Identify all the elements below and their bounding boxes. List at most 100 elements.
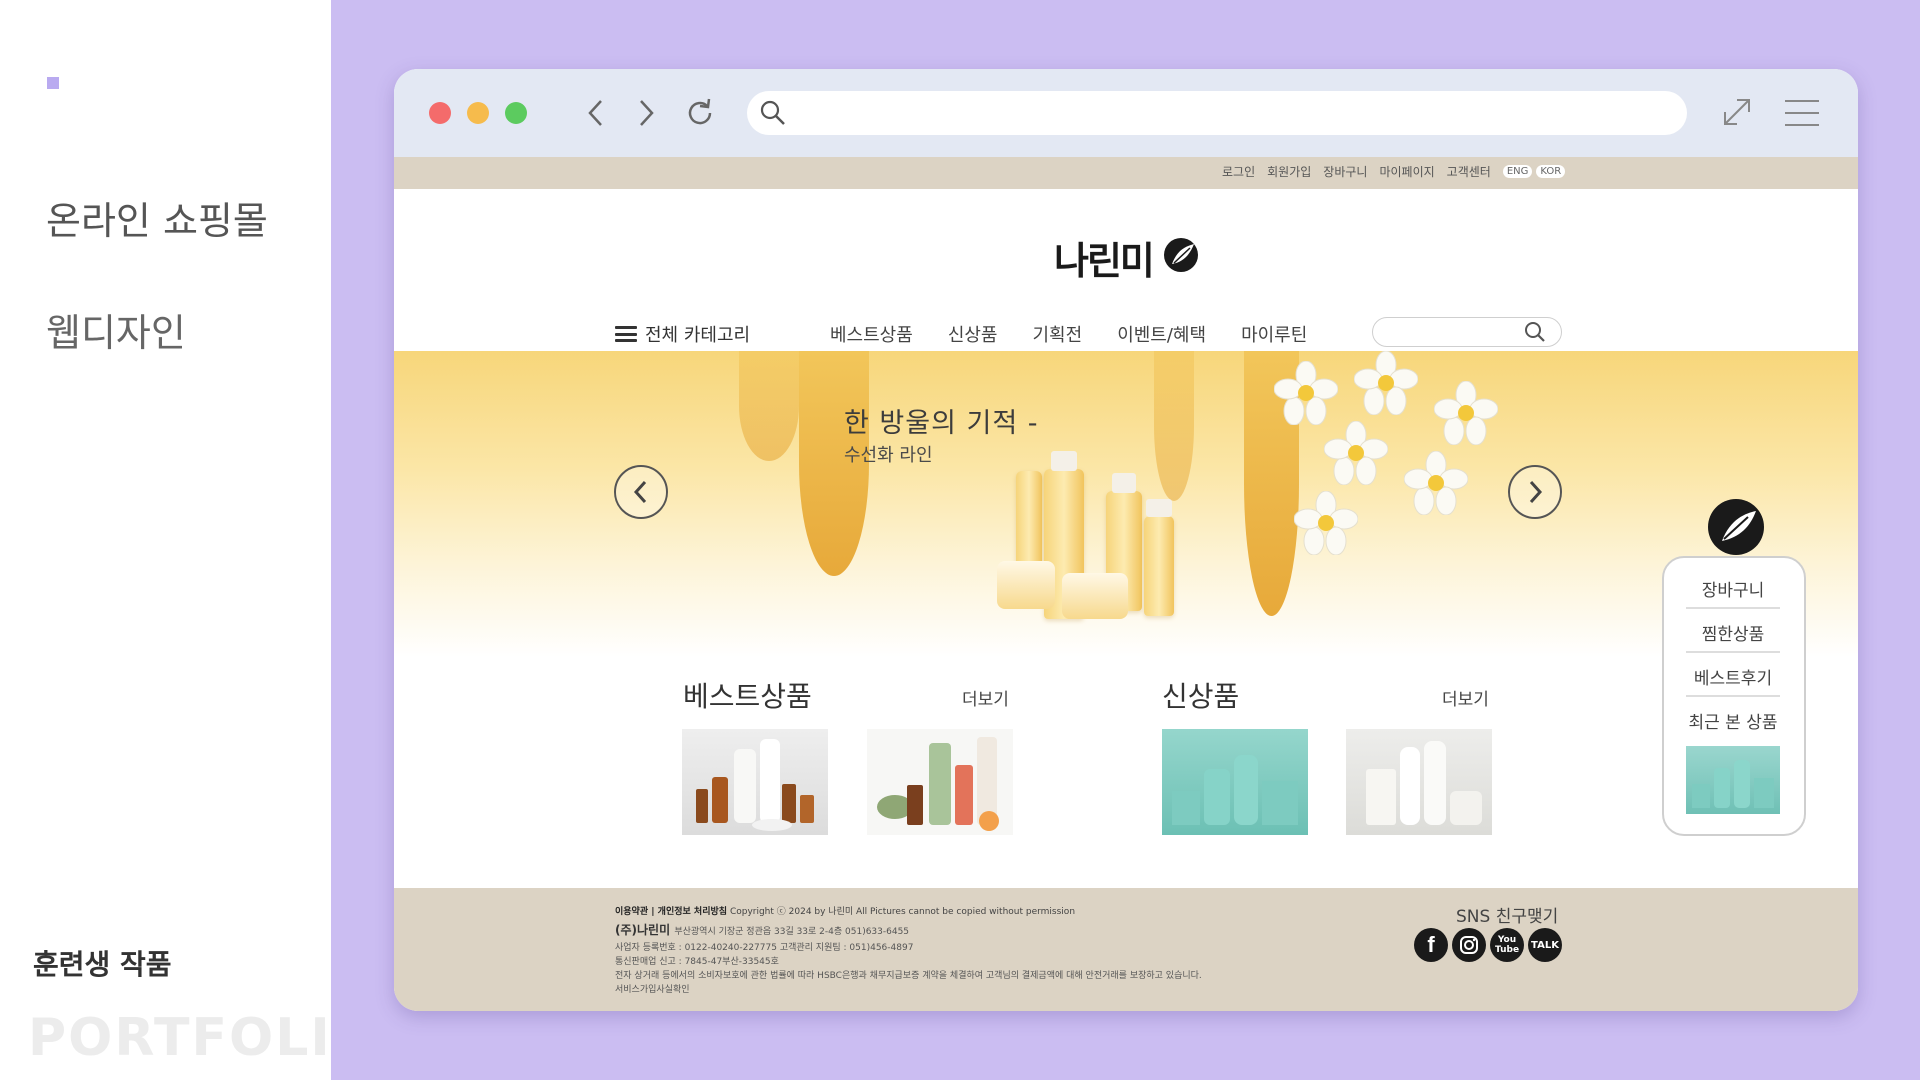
new-more-link[interactable]: 더보기 — [1442, 685, 1489, 710]
address-input[interactable] — [799, 99, 1663, 129]
browser-window: 로그인 회원가입 장바구니 마이페이지 고객센터 ENG KOR 나린미 전체 … — [394, 69, 1858, 1011]
portfolio-title: 온라인 쇼핑몰 — [46, 199, 268, 243]
narcissus-flower-icon — [1324, 421, 1388, 485]
bottle-cap — [1051, 451, 1077, 471]
site-search-input[interactable] — [1385, 322, 1519, 344]
site-logo[interactable]: 나린미 — [1054, 230, 1200, 284]
hamburger-icon — [1785, 100, 1819, 126]
best-section-title: 베스트상품 — [683, 680, 812, 713]
quick-menu: 장바구니 찜한상품 베스트후기 최근 본 상품 — [1662, 556, 1806, 836]
new-product-image[interactable] — [1162, 729, 1308, 835]
talk-label: TALK — [1531, 939, 1559, 951]
browser-toolbar — [394, 69, 1858, 157]
footer-copyright: Copyright ⓒ 2024 by 나린미 All Pictures can… — [729, 907, 1076, 917]
nav-my-routine[interactable]: 마이루틴 — [1241, 321, 1307, 347]
footer-escrow-notice: 전자 상거래 등에서의 소비자보호에 관한 법률에 따라 HSBC은행과 채무지… — [615, 971, 1202, 981]
footer-service-check[interactable]: 서비스가입사실확인 — [615, 982, 690, 995]
maximize-window-button[interactable] — [505, 102, 527, 124]
best-more-link[interactable]: 더보기 — [962, 685, 1009, 710]
util-link-login[interactable]: 로그인 — [1222, 163, 1255, 180]
expand-button[interactable] — [1719, 94, 1755, 134]
quick-menu-logo-icon — [1708, 499, 1764, 555]
hero-next-button[interactable] — [1508, 465, 1562, 519]
all-category-button[interactable]: 전체 카테고리 — [615, 321, 750, 347]
quick-menu-recent: 최근 본 상품 — [1688, 713, 1778, 733]
util-link-cart[interactable]: 장바구니 — [1323, 163, 1367, 180]
nav-events[interactable]: 이벤트/혜택 — [1117, 321, 1206, 347]
site-footer: 이용약관 | 개인정보 처리방침 Copyright ⓒ 2024 by 나린미… — [394, 888, 1858, 1011]
narcissus-flower-icon — [1354, 351, 1418, 415]
logo-text: 나린미 — [1054, 239, 1155, 283]
new-product-image[interactable] — [1346, 729, 1492, 835]
reload-icon — [688, 98, 712, 125]
footer-legal-links[interactable]: 이용약관 | 개인정보 처리방침 — [615, 907, 727, 917]
site-search — [1372, 317, 1562, 347]
hero-subline: 수선화 라인 — [844, 445, 933, 466]
chevron-left-icon — [588, 100, 602, 126]
youtube-icon[interactable]: You Tube — [1490, 928, 1524, 962]
portfolio-label: 훈련생 작품 — [33, 948, 172, 981]
footer-ecommerce-number: 통신판매업 신고 : 7845-47부산-33545호 — [615, 957, 779, 967]
hero-headline: 한 방울의 기적 - — [844, 408, 1039, 439]
chevron-left-icon — [633, 480, 647, 504]
product-jar — [997, 561, 1055, 609]
best-product-image[interactable] — [867, 729, 1013, 835]
hero-banner: 한 방울의 기적 - 수선화 라인 — [394, 351, 1858, 657]
best-product-image[interactable] — [682, 729, 828, 835]
portfolio-subtitle: 웹디자인 — [46, 311, 186, 355]
honey-drip — [739, 351, 799, 461]
utility-bar: 로그인 회원가입 장바구니 마이페이지 고객센터 ENG KOR — [394, 157, 1858, 189]
narcissus-flower-icon — [1294, 491, 1358, 555]
footer-company-line: (주)나린미 부산광역시 기장군 정관읍 33길 33로 2-4층 051)63… — [615, 921, 909, 938]
hero-prev-button[interactable] — [614, 465, 668, 519]
portfolio-watermark: PORTFOLIO — [28, 1008, 378, 1068]
reload-button[interactable] — [683, 95, 717, 131]
footer-business-number: 사업자 등록번호 : 0122-40240-227775 고객관리 지원팀 : … — [615, 943, 914, 953]
bottle-cap — [1146, 499, 1172, 517]
nav-new-products[interactable]: 신상품 — [948, 321, 998, 347]
menu-icon — [615, 326, 637, 342]
footer-company: (주)나린미 — [615, 923, 671, 937]
new-section-title: 신상품 — [1162, 680, 1240, 713]
instagram-icon[interactable] — [1452, 928, 1486, 962]
chevron-right-icon — [1529, 480, 1543, 504]
sns-title: SNS 친구맺기 — [1456, 907, 1559, 927]
nav-special[interactable]: 기획전 — [1033, 321, 1083, 347]
facebook-icon[interactable]: f — [1414, 928, 1448, 962]
narcissus-flower-icon — [1404, 451, 1468, 515]
bottle-cap — [1112, 473, 1136, 493]
address-bar[interactable] — [747, 91, 1687, 135]
narcissus-flower-icon — [1434, 381, 1498, 445]
logo-leaf-icon — [1164, 238, 1198, 272]
quick-menu-best-reviews[interactable]: 베스트후기 — [1686, 664, 1780, 697]
back-button[interactable] — [579, 95, 613, 131]
browser-menu-button[interactable] — [1783, 98, 1821, 132]
footer-address: 부산광역시 기장군 정관읍 33길 33로 2-4층 051)633-6455 — [674, 927, 910, 937]
portfolio-panel: 온라인 쇼핑몰 웹디자인 훈련생 작품 PORTFOLIO — [0, 0, 376, 1080]
util-link-mypage[interactable]: 마이페이지 — [1379, 163, 1434, 180]
all-category-label: 전체 카테고리 — [645, 325, 751, 346]
sns-icons: f You Tube TALK — [1414, 928, 1562, 962]
quick-menu-cart[interactable]: 장바구니 — [1686, 576, 1780, 609]
accent-square — [47, 77, 59, 89]
main-navigation: 전체 카테고리 베스트상품 신상품 기획전 이벤트/혜택 마이루틴 — [394, 315, 1858, 351]
kakaotalk-icon[interactable]: TALK — [1528, 928, 1562, 962]
expand-icon — [1724, 99, 1750, 125]
forward-button[interactable] — [629, 95, 663, 131]
quick-menu-wishlist[interactable]: 찜한상품 — [1686, 620, 1780, 653]
youtube-label: You Tube — [1494, 935, 1520, 955]
close-window-button[interactable] — [429, 102, 451, 124]
lang-eng-button[interactable]: ENG — [1502, 165, 1533, 178]
search-icon[interactable] — [1523, 321, 1547, 343]
narcissus-flower-icon — [1274, 361, 1338, 425]
honey-drip — [1154, 351, 1194, 501]
product-bottle — [1144, 516, 1174, 616]
nav-best-products[interactable]: 베스트상품 — [830, 321, 913, 347]
util-link-signup[interactable]: 회원가입 — [1267, 163, 1311, 180]
recent-product-thumbnail[interactable] — [1686, 746, 1780, 814]
minimize-window-button[interactable] — [467, 102, 489, 124]
lang-kor-button[interactable]: KOR — [1536, 165, 1566, 178]
util-link-customer-center[interactable]: 고객센터 — [1447, 163, 1491, 180]
product-jar — [1062, 573, 1128, 619]
chevron-right-icon — [640, 100, 654, 126]
